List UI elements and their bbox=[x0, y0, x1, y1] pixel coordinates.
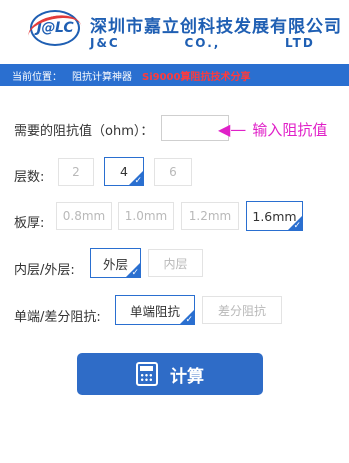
si9000-share-link[interactable]: Si9000算阻抗技术分享 bbox=[142, 68, 250, 83]
check-icon: ✓ bbox=[185, 315, 193, 325]
logo-text: J@LC bbox=[36, 20, 74, 36]
inner-layer-option[interactable]: 内层 bbox=[148, 249, 203, 277]
breadcrumb-current[interactable]: 阻抗计算神器 bbox=[72, 68, 132, 83]
hint-text: 输入阻抗值 bbox=[252, 120, 328, 139]
layers-option-2[interactable]: 2 bbox=[58, 158, 94, 186]
layers-option-label: 6 bbox=[169, 165, 177, 179]
layers-option-6[interactable]: 6 bbox=[154, 158, 192, 186]
thickness-option-0-8[interactable]: 0.8mm bbox=[56, 202, 112, 230]
company-logo[interactable]: J@LC bbox=[25, 10, 85, 53]
layer-type-label: 内层/外层: bbox=[14, 263, 75, 278]
check-icon: ✓ bbox=[131, 268, 139, 278]
impedance-type-option-label: 单端阻抗 bbox=[129, 303, 180, 319]
header: J@LC 深圳市嘉立创科技发展有限公司 J&C CO., LTD bbox=[0, 0, 349, 60]
company-name-en: J&C CO., LTD bbox=[90, 36, 315, 50]
single-ended-option[interactable]: 单端阻抗 ✓ bbox=[115, 295, 195, 325]
thickness-option-1-6[interactable]: 1.6mm ✓ bbox=[246, 201, 303, 231]
thickness-option-label: 0.8mm bbox=[62, 209, 106, 223]
outer-layer-option[interactable]: 外层 ✓ bbox=[90, 248, 141, 278]
layers-option-4[interactable]: 4 ✓ bbox=[104, 157, 144, 186]
differential-option[interactable]: 差分阻抗 bbox=[202, 296, 282, 324]
layers-label: 层数: bbox=[14, 170, 45, 185]
calculate-button[interactable]: 计算 bbox=[77, 353, 263, 395]
calculator-icon bbox=[136, 362, 158, 386]
thickness-option-1-2[interactable]: 1.2mm bbox=[181, 202, 239, 230]
thickness-option-label: 1.0mm bbox=[124, 209, 168, 223]
thickness-label: 板厚: bbox=[14, 216, 45, 231]
layer-type-option-label: 内层 bbox=[163, 256, 188, 271]
input-hint: ◀— 输入阻抗值 bbox=[218, 117, 327, 141]
layers-option-label: 2 bbox=[72, 165, 80, 179]
thickness-option-label: 1.6mm bbox=[252, 208, 297, 224]
check-icon: ✓ bbox=[293, 221, 301, 231]
layer-type-option-label: 外层 bbox=[102, 256, 128, 272]
impedance-type-option-label: 差分阻抗 bbox=[217, 303, 266, 318]
impedance-type-label: 单端/差分阻抗: bbox=[14, 310, 101, 325]
breadcrumb-label: 当前位置： bbox=[12, 71, 62, 83]
breadcrumb: 当前位置： 阻抗计算神器 Si9000算阻抗技术分享 bbox=[0, 64, 349, 86]
arrow-left-icon: ◀— bbox=[218, 119, 247, 139]
layers-option-label: 4 bbox=[120, 164, 128, 179]
thickness-option-1-0[interactable]: 1.0mm bbox=[118, 202, 174, 230]
thickness-option-label: 1.2mm bbox=[188, 209, 232, 223]
calculate-label: 计算 bbox=[170, 366, 204, 387]
check-icon: ✓ bbox=[134, 176, 142, 186]
company-name-cn: 深圳市嘉立创科技发展有限公司 bbox=[90, 17, 342, 37]
impedance-label: 需要的阻抗值（ohm）： bbox=[14, 124, 154, 139]
